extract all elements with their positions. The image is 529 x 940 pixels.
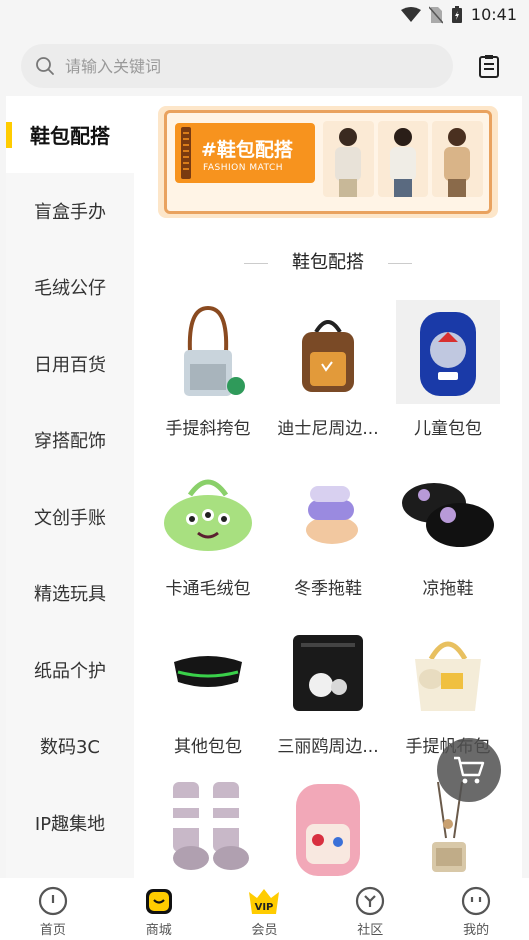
sidebar-item-label: 精选玩具 — [34, 584, 106, 606]
product-label: 凉拖鞋 — [422, 579, 474, 599]
wifi-icon — [400, 6, 421, 22]
tab-mall[interactable]: 商城 — [106, 878, 212, 940]
search-icon — [36, 57, 54, 75]
status-bar: 10:41 — [0, 0, 529, 30]
sidebar-item-digital[interactable]: 数码3C — [6, 708, 134, 785]
status-time: 10:41 — [470, 5, 517, 24]
category-sidebar: 鞋包配搭 盲盒手办 毛绒公仔 日用百货 穿搭配饰 文创手账 精选玩具 纸品个护 … — [6, 96, 134, 878]
sidebar-item-toys[interactable]: 精选玩具 — [6, 555, 134, 632]
model-photo — [432, 121, 484, 197]
tab-label: 会员 — [251, 923, 278, 938]
sidebar-item-label: 毛绒公仔 — [34, 278, 106, 300]
battery-icon — [451, 5, 462, 23]
product-label: 手提斜挎包 — [165, 419, 251, 439]
waist-bag-icon — [156, 618, 260, 722]
cart-icon — [454, 756, 485, 784]
banner-ticket: #鞋包配搭 FASHION MATCH — [175, 123, 315, 183]
divider — [244, 262, 268, 264]
product-label: 冬季拖鞋 — [294, 579, 362, 599]
sidebar-item-shoes-bags[interactable]: 鞋包配搭 — [6, 96, 134, 173]
sidebar-item-label: 穿搭配饰 — [34, 431, 106, 453]
sidebar-item-label: IP趣集地 — [34, 813, 106, 835]
sidebar-item-label: 数码3C — [39, 737, 101, 759]
banner-frame: #鞋包配搭 FASHION MATCH — [164, 110, 492, 214]
tab-label: 我的 — [463, 923, 490, 938]
home-icon — [38, 886, 67, 916]
promo-banner[interactable]: #鞋包配搭 FASHION MATCH — [158, 106, 498, 218]
product-item[interactable]: 冬季拖鞋 — [268, 460, 388, 615]
search-input[interactable] — [65, 56, 405, 76]
pink-backpack-icon — [276, 776, 380, 878]
sidebar-item-label: 纸品个护 — [34, 660, 106, 682]
product-item[interactable]: 儿童包包 — [388, 300, 508, 455]
sidebar-item-label: 文创手账 — [34, 507, 106, 529]
no-sim-icon — [428, 6, 443, 23]
tab-label: 首页 — [39, 923, 66, 938]
crossbody-bag-icon — [156, 300, 260, 404]
model-photo — [377, 121, 429, 197]
sidebar-item-ip[interactable]: IP趣集地 — [6, 785, 134, 862]
banner-models — [323, 121, 484, 197]
product-label: 卡通毛绒包 — [165, 579, 251, 599]
product-label: 其他包包 — [174, 737, 242, 757]
svg-text:VIP: VIP — [255, 902, 274, 913]
tab-profile[interactable]: 我的 — [423, 878, 529, 940]
section-title: 鞋包配搭 — [292, 252, 364, 273]
product-item[interactable]: 三丽鸥周边... — [268, 618, 388, 773]
bottom-tab-bar: 首页 商城 VIP 会员 社区 我的 — [0, 878, 529, 940]
product-label: 三丽鸥周边... — [277, 737, 379, 757]
community-icon — [356, 886, 385, 916]
sidebar-item-label: 鞋包配搭 — [30, 123, 110, 148]
cart-button[interactable] — [437, 738, 501, 802]
vip-icon: VIP — [249, 889, 280, 914]
product-label: 儿童包包 — [414, 419, 482, 439]
tab-vip[interactable]: VIP 会员 — [212, 878, 318, 940]
black-bag-icon — [276, 618, 380, 722]
tab-home[interactable]: 首页 — [0, 878, 106, 940]
product-item[interactable]: 卡通毛绒包 — [148, 460, 268, 615]
sidebar-item-label: 日用百货 — [34, 354, 106, 376]
sidebar-item-accessories[interactable]: 穿搭配饰 — [6, 402, 134, 479]
tab-label: 商城 — [145, 923, 172, 938]
section-header: 鞋包配搭 — [134, 248, 522, 274]
backpack-brown-icon — [276, 300, 380, 404]
socks-icon — [156, 776, 260, 878]
product-item[interactable]: 迪士尼周边... — [268, 300, 388, 455]
profile-icon — [461, 886, 491, 916]
sidebar-item-blind-box[interactable]: 盲盒手办 — [6, 173, 134, 250]
model-photo — [323, 121, 374, 197]
ticket-stripe-icon — [181, 127, 191, 179]
status-icons: 10:41 — [400, 5, 517, 24]
clipboard-icon[interactable] — [477, 54, 501, 78]
kids-backpack-icon — [396, 300, 500, 404]
banner-subtitle: FASHION MATCH — [203, 163, 284, 173]
tab-community[interactable]: 社区 — [317, 878, 423, 940]
product-item[interactable]: 其他包包 — [148, 618, 268, 773]
sandals-icon — [396, 460, 500, 564]
sidebar-item-stationery[interactable]: 文创手账 — [6, 479, 134, 556]
product-item[interactable] — [148, 776, 268, 878]
product-item[interactable]: 手提斜挎包 — [148, 300, 268, 455]
winter-slippers-icon — [276, 460, 380, 564]
sidebar-item-plush[interactable]: 毛绒公仔 — [6, 249, 134, 326]
product-item[interactable] — [268, 776, 388, 878]
divider — [388, 262, 412, 264]
search-box[interactable] — [21, 44, 453, 88]
tab-label: 社区 — [357, 923, 384, 938]
sidebar-item-daily-goods[interactable]: 日用百货 — [6, 326, 134, 403]
product-item[interactable]: 凉拖鞋 — [388, 460, 508, 615]
banner-title: #鞋包配搭 — [201, 139, 293, 161]
mall-icon — [145, 889, 172, 914]
product-label: 迪士尼周边... — [277, 419, 379, 439]
sidebar-item-label: 盲盒手办 — [34, 201, 106, 223]
canvas-tote-icon — [396, 618, 500, 722]
search-row — [0, 44, 529, 88]
sidebar-item-paper-care[interactable]: 纸品个护 — [6, 632, 134, 709]
alien-plush-bag-icon — [156, 460, 260, 564]
